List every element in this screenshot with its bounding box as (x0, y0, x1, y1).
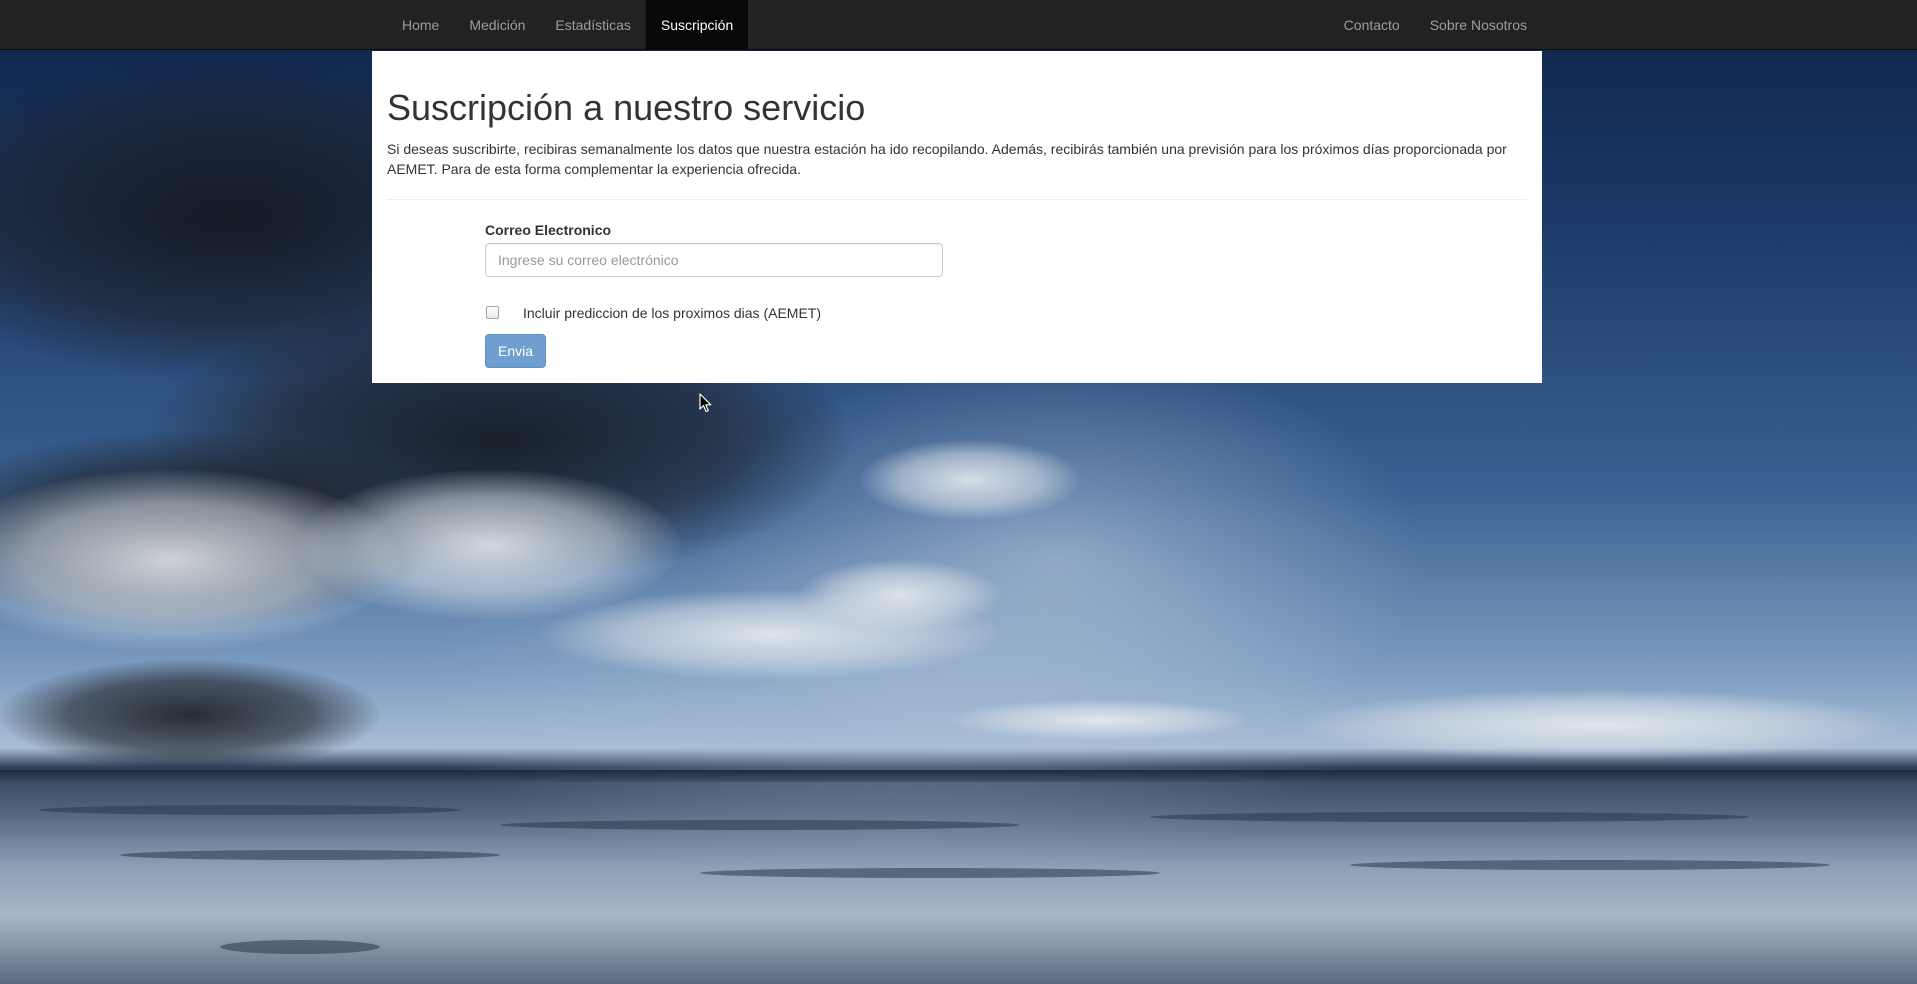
nav-item-medicion[interactable]: Medición (454, 0, 540, 50)
aemet-checkbox-label: Incluir prediccion de los proximos dias … (523, 304, 821, 321)
divider (387, 198, 1527, 200)
nav-item-home[interactable]: Home (387, 0, 454, 50)
nav-item-estadisticas[interactable]: Estadísticas (540, 0, 645, 50)
page-title: Suscripción a nuestro servicio (387, 87, 866, 128)
subscription-form: Correo Electronico Incluir prediccion de… (485, 222, 1527, 368)
aemet-checkbox[interactable] (486, 306, 499, 320)
mouse-pointer-icon (699, 393, 712, 413)
email-label: Correo Electronico (485, 221, 612, 238)
nav-item-contacto[interactable]: Contacto (1329, 0, 1415, 50)
email-field[interactable] (485, 242, 943, 277)
nav-item-sobre-nosotros[interactable]: Sobre Nosotros (1415, 0, 1542, 50)
nav-right-group: Contacto Sobre Nosotros (1329, 0, 1542, 50)
top-navbar: Home Medición Estadísticas Suscripción C… (0, 0, 1917, 50)
intro-text: Si deseas suscribirte, recibiras semanal… (387, 140, 1507, 177)
nav-item-suscripcion[interactable]: Suscripción (645, 0, 749, 50)
submit-button[interactable]: Envia (485, 333, 547, 368)
subscription-panel: Suscripción a nuestro servicio Si deseas… (372, 51, 1542, 383)
nav-left-group: Home Medición Estadísticas Suscripción (387, 0, 749, 50)
aemet-checkbox-row: Incluir prediccion de los proximos dias … (485, 303, 1527, 323)
